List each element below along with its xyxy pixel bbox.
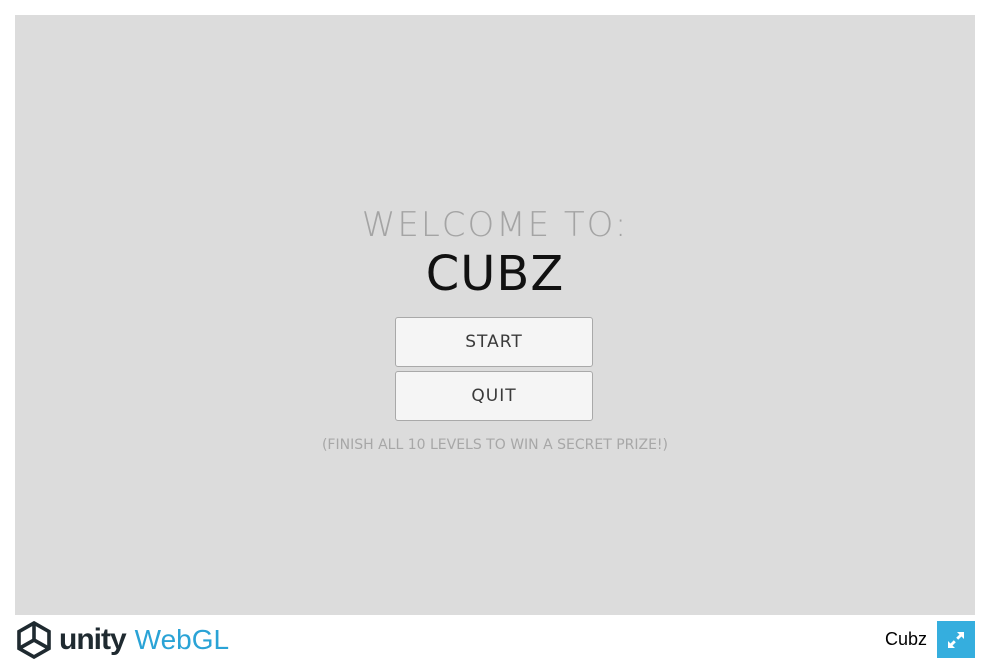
webgl-logo-text: WebGL <box>134 624 230 655</box>
start-button[interactable]: START <box>395 317 593 367</box>
fullscreen-icon <box>948 631 964 648</box>
prize-hint-text: (FINISH ALL 10 LEVELS TO WIN A SECRET PR… <box>321 437 669 453</box>
webgl-player-page: WELCOME TO: CUBZ START QUIT (FINISH ALL … <box>0 0 997 671</box>
game-title: CUBZ <box>425 246 565 302</box>
unity-logo-icon <box>17 621 51 659</box>
unity-webgl-logo: unity WebGL <box>15 620 229 660</box>
welcome-heading: WELCOME TO: <box>361 205 629 245</box>
game-canvas[interactable]: WELCOME TO: CUBZ START QUIT (FINISH ALL … <box>15 15 975 615</box>
quit-button[interactable]: QUIT <box>395 371 593 421</box>
fullscreen-button[interactable] <box>937 621 975 658</box>
player-footer: unity WebGL Cubz <box>0 615 997 671</box>
game-name-label: Cubz <box>884 629 927 649</box>
unity-logo-text: unity <box>59 623 127 656</box>
